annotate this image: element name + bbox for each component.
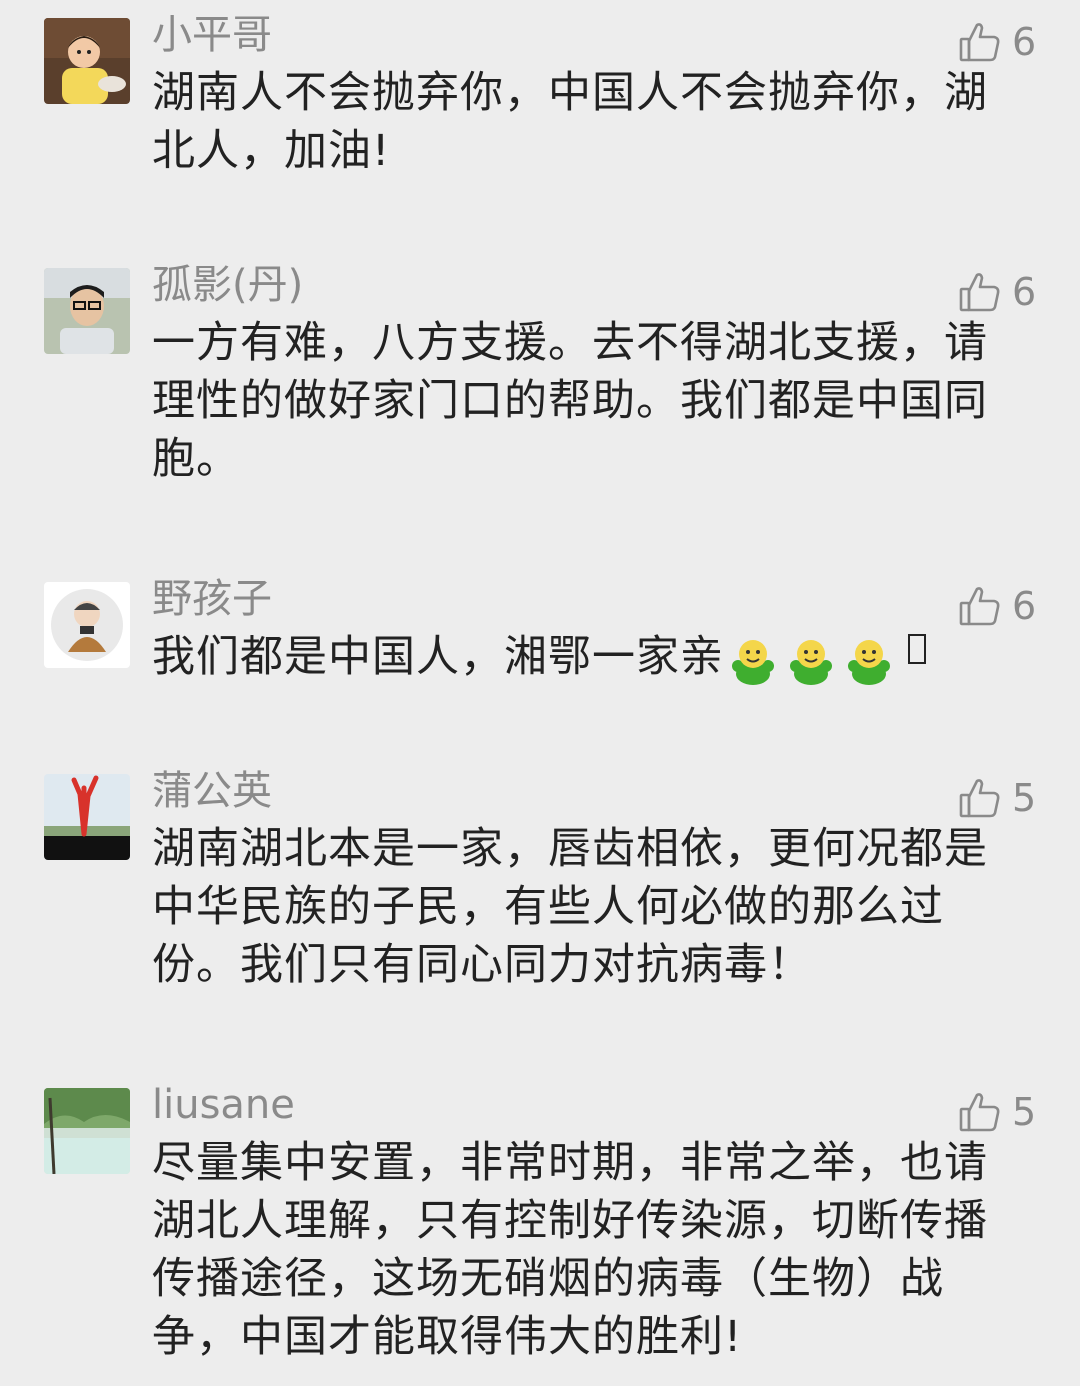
like-button[interactable]: 6 bbox=[958, 582, 1036, 630]
missing-glyph-icon bbox=[908, 633, 926, 664]
avatar[interactable] bbox=[44, 268, 130, 354]
comment-text-container: 我们都是中国人，湘鄂一家亲 bbox=[152, 628, 1012, 686]
comment-text: 我们都是中国人，湘鄂一家亲 bbox=[152, 632, 724, 682]
avatar[interactable] bbox=[44, 1088, 130, 1174]
comment-author[interactable]: 小平哥 bbox=[152, 10, 272, 60]
like-button[interactable]: 5 bbox=[958, 774, 1036, 822]
cheer-emoji-icon bbox=[786, 634, 836, 686]
thumbs-up-icon bbox=[958, 584, 1002, 628]
like-count: 5 bbox=[1012, 776, 1037, 820]
comment-list: 小平哥 6 湖南人不会抛弃你，中国人不会抛弃你，湖北人，加油! 孤影(丹) 6 … bbox=[0, 0, 1080, 1386]
like-button[interactable]: 6 bbox=[958, 18, 1036, 66]
like-count: 6 bbox=[1012, 20, 1037, 64]
comment-text: 湖南人不会抛弃你，中国人不会抛弃你，湖北人，加油! bbox=[152, 68, 988, 176]
like-button[interactable]: 5 bbox=[958, 1088, 1036, 1136]
comment-text: 一方有难，八方支援。去不得湖北支援，请理性的做好家门口的帮助。我们都是中国同胞。 bbox=[152, 318, 988, 484]
cheer-emoji-icon bbox=[844, 634, 894, 686]
thumbs-up-icon bbox=[958, 776, 1002, 820]
avatar[interactable] bbox=[44, 18, 130, 104]
thumbs-up-icon bbox=[958, 270, 1002, 314]
comment-author[interactable]: 蒲公英 bbox=[152, 766, 272, 816]
avatar[interactable] bbox=[44, 774, 130, 860]
comment-author[interactable]: liusane bbox=[152, 1080, 295, 1130]
comment-text: 湖南湖北本是一家，唇齿相依，更何况都是中华民族的子民，有些人何必做的那么过份。我… bbox=[152, 824, 988, 990]
comment-author[interactable]: 孤影(丹) bbox=[152, 260, 303, 310]
thumbs-up-icon bbox=[958, 1090, 1002, 1134]
cheer-emoji-icon bbox=[728, 634, 778, 686]
avatar[interactable] bbox=[44, 582, 130, 668]
like-count: 6 bbox=[1012, 270, 1037, 314]
thumbs-up-icon bbox=[958, 20, 1002, 64]
emoji-group bbox=[728, 633, 926, 686]
like-button[interactable]: 6 bbox=[958, 268, 1036, 316]
like-count: 5 bbox=[1012, 1090, 1037, 1134]
comment-text: 尽量集中安置，非常时期，非常之举，也请湖北人理解，只有控制好传染源，切断传播传播… bbox=[152, 1138, 988, 1362]
like-count: 6 bbox=[1012, 584, 1037, 628]
comment-author[interactable]: 野孩子 bbox=[152, 574, 272, 624]
